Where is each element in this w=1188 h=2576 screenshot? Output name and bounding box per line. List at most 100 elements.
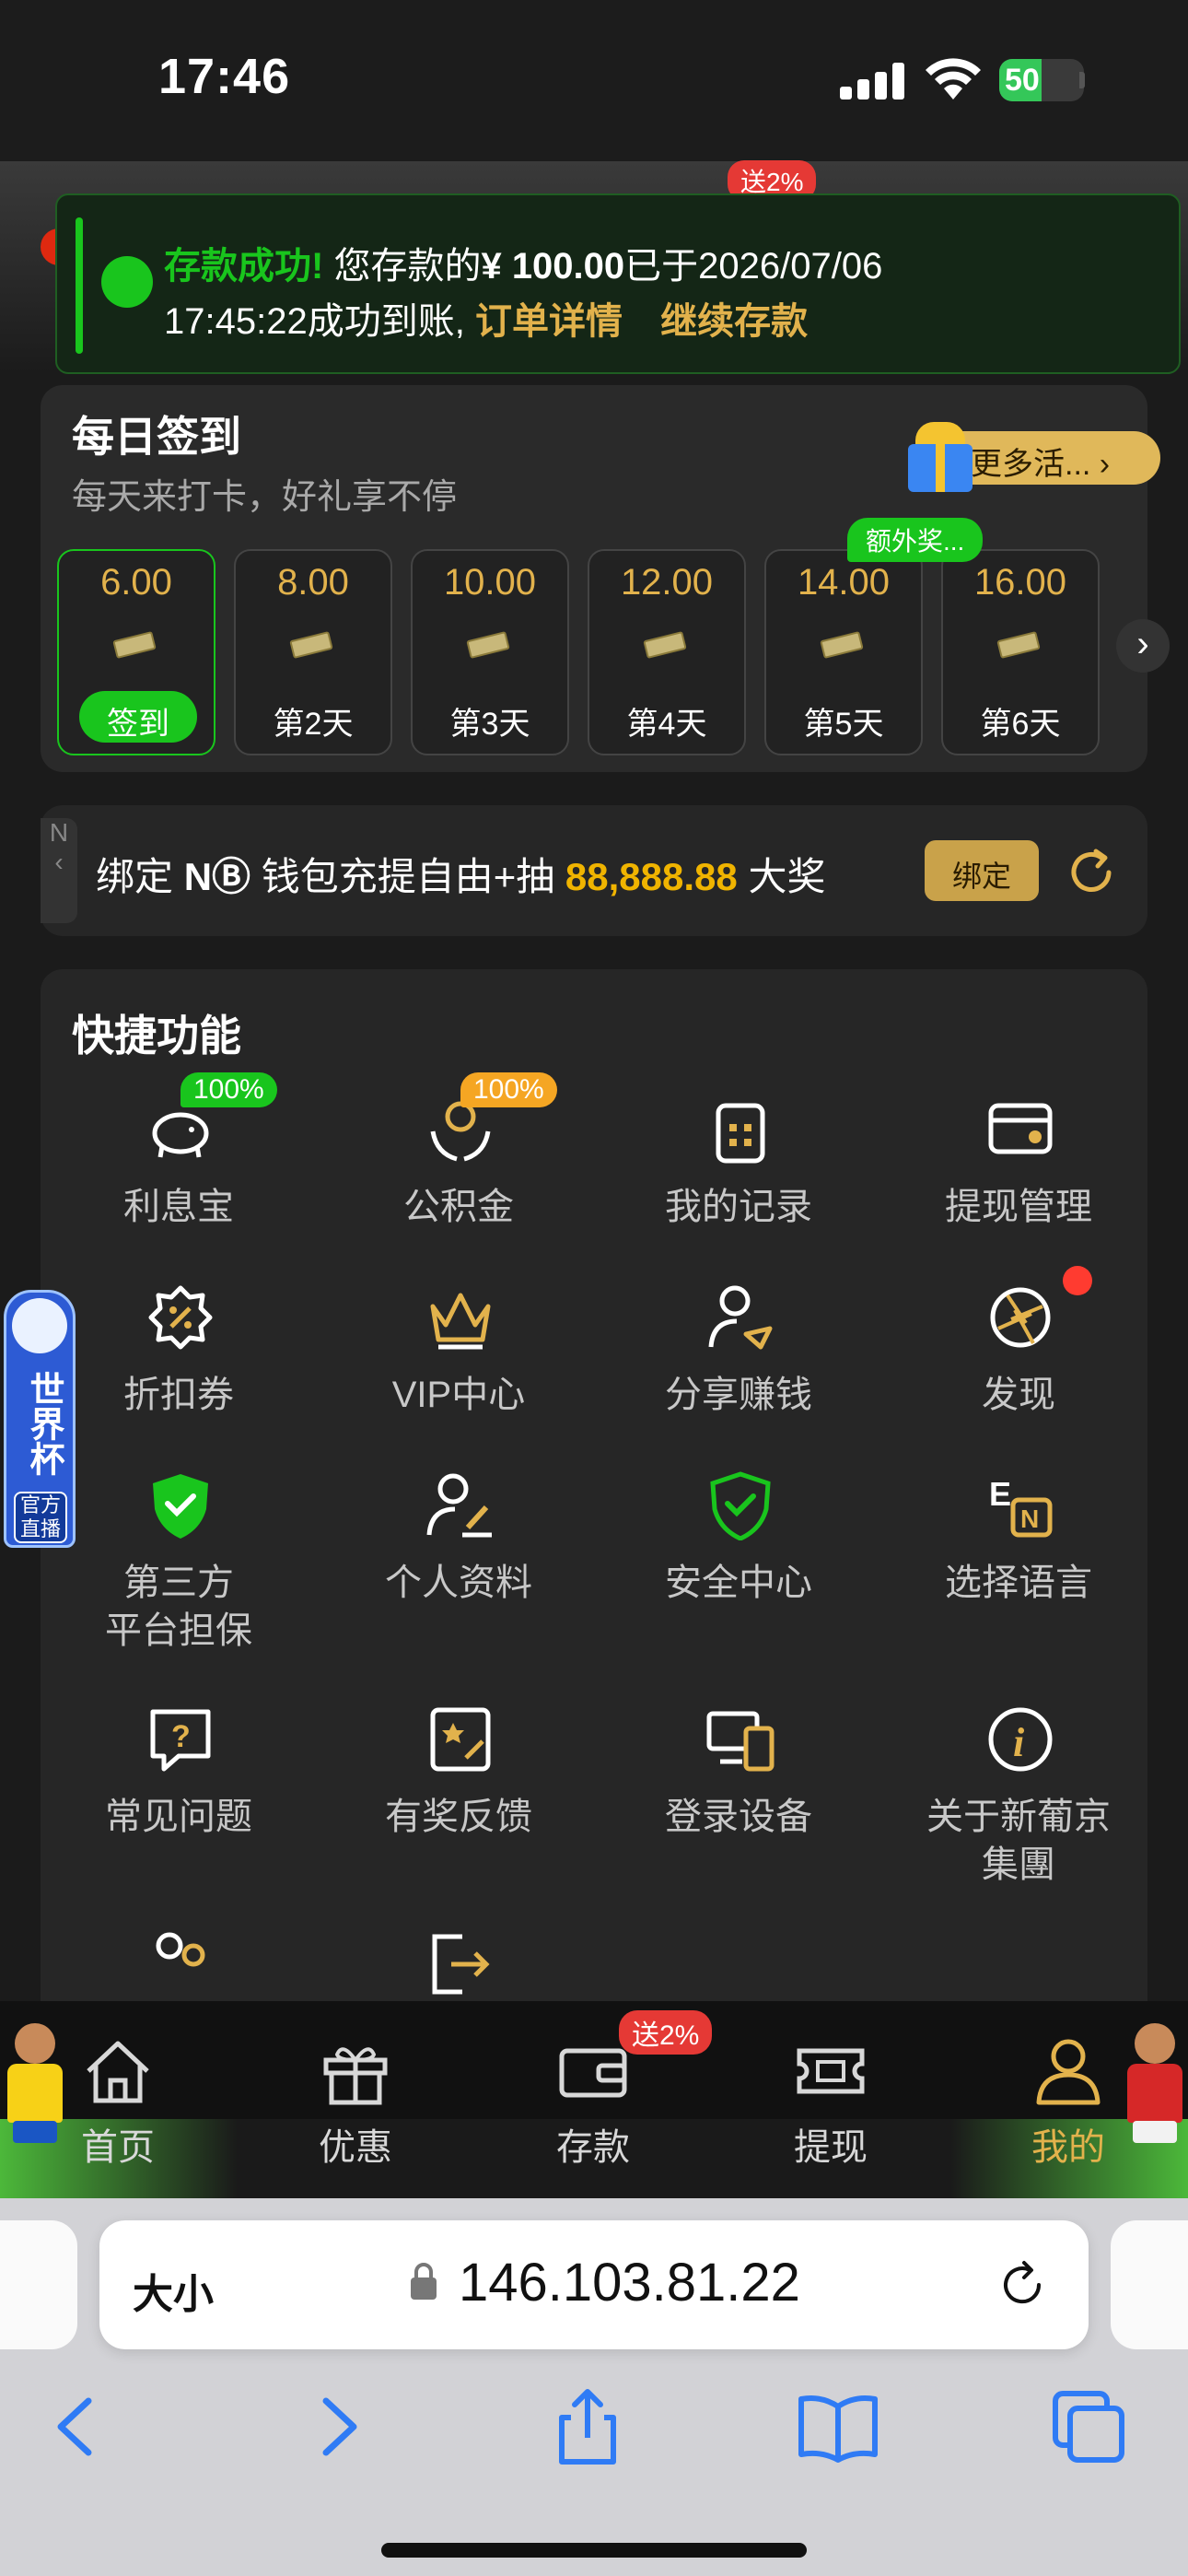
- world-cup-banner[interactable]: 世界杯 官方直播: [4, 1290, 76, 1548]
- tabs-icon[interactable]: [1044, 2383, 1133, 2471]
- item-label: 选择语言: [945, 1563, 1092, 1603]
- item-label: 登录设备: [665, 1797, 812, 1837]
- day-label: 第4天: [626, 707, 707, 742]
- prize-amount: 88,888.88: [565, 855, 738, 898]
- share-icon[interactable]: [543, 2383, 632, 2471]
- share-earn-item[interactable]: 分享赚钱: [600, 1282, 877, 1467]
- nav-label: 我的: [1031, 2127, 1105, 2168]
- day-amount: 16.00: [973, 562, 1067, 603]
- item-label: 公积金: [403, 1187, 514, 1227]
- order-details-link[interactable]: 订单详情: [475, 301, 623, 342]
- provident-fund-item[interactable]: 100% 公积金: [320, 1072, 597, 1279]
- refresh-icon[interactable]: [1065, 846, 1118, 899]
- wallet-side-tab[interactable]: N ‹: [41, 818, 77, 923]
- nav-deposit[interactable]: 存款: [519, 2034, 667, 2172]
- bookmarks-icon[interactable]: [794, 2383, 882, 2471]
- reload-icon[interactable]: [995, 2257, 1050, 2313]
- discover-item[interactable]: 发现: [880, 1266, 1147, 1467]
- forward-icon[interactable]: [293, 2383, 381, 2471]
- bind-text-post: 大奖: [748, 855, 826, 898]
- user-icon: [1036, 2039, 1101, 2105]
- checkin-day-1[interactable]: 6.00 签到: [57, 549, 215, 755]
- checkin-day-5[interactable]: 14.00 第5天: [764, 549, 923, 755]
- battery-icon: 50: [999, 59, 1084, 101]
- continue-deposit-link[interactable]: 继续存款: [660, 301, 808, 342]
- bind-text-mid: 钱包充提自由+抽: [261, 855, 555, 898]
- bind-wallet-banner[interactable]: N ‹ 绑定 NⒷ 钱包充提自由+抽 88,888.88 大奖 绑定: [41, 805, 1147, 936]
- user-share-icon: [708, 1285, 773, 1350]
- bind-button[interactable]: 绑定: [925, 840, 1039, 901]
- item-label: 常见问题: [105, 1797, 252, 1837]
- withdraw-management-item[interactable]: 提现管理: [880, 1095, 1147, 1279]
- login-devices-item[interactable]: 登录设备: [600, 1704, 877, 1889]
- nav-profile[interactable]: 我的: [995, 2034, 1142, 2172]
- url-text[interactable]: 146.103.81.22: [459, 2252, 800, 2313]
- item-label: 我的记录: [665, 1187, 812, 1227]
- next-tab-pill[interactable]: [1111, 2220, 1188, 2349]
- select-language-item[interactable]: EN 选择语言: [880, 1470, 1147, 1655]
- toast-line-2: 17:45:22成功到账, 订单详情 继续存款: [164, 291, 808, 345]
- checkin-day-4[interactable]: 12.00 第4天: [588, 549, 746, 755]
- feedback-item[interactable]: 有奖反馈: [320, 1704, 597, 1889]
- cash-icon: [820, 630, 869, 663]
- wallet-tab-letter: N: [49, 818, 69, 847]
- nav-label: 提现: [794, 2127, 868, 2168]
- cash-icon: [289, 630, 339, 663]
- agent-item[interactable]: [41, 1927, 317, 2001]
- nav-label: 首页: [81, 2127, 155, 2168]
- nav-home[interactable]: 首页: [44, 2034, 192, 2172]
- my-records-item[interactable]: 我的记录: [600, 1095, 877, 1279]
- home-indicator: [381, 2543, 807, 2558]
- nav-promotions[interactable]: 优惠: [282, 2034, 429, 2172]
- crown-icon: [430, 1293, 491, 1350]
- user-edit-icon: [426, 1473, 492, 1538]
- users-icon: [156, 1932, 205, 1967]
- quick-functions-panel: 快捷功能 100% 利息宝 100% 公积金 我的记录 提现管理 折扣券 VIP…: [41, 969, 1147, 2001]
- more-activities-label: 更多活...: [971, 447, 1091, 482]
- coupons-item[interactable]: 折扣券: [41, 1282, 317, 1467]
- battery-percent: 50: [1005, 63, 1040, 98]
- cash-icon: [996, 630, 1046, 663]
- about-item[interactable]: i 关于新葡京 集團: [880, 1704, 1147, 1889]
- checkin-day-3[interactable]: 10.00 第3天: [411, 549, 569, 755]
- toast-message-b: 已于2026/07/06: [624, 246, 883, 287]
- status-bar: 17:46 50: [0, 0, 1188, 161]
- toast-message-c: 17:45:22成功到账,: [164, 301, 465, 342]
- daily-checkin-card: 每日签到 每天来打卡，好礼享不停 更多活... › 6.00 签到 8.00 第…: [41, 385, 1170, 772]
- success-dot-icon: [101, 256, 153, 308]
- cash-icon: [112, 630, 162, 663]
- profile-item[interactable]: 个人资料: [320, 1470, 597, 1655]
- world-cup-text: 世界杯: [24, 1371, 63, 1476]
- notification-dot: [1063, 1266, 1092, 1295]
- third-party-guarantee-item[interactable]: 第三方 平台担保: [41, 1470, 317, 1655]
- day-amount: 14.00: [797, 562, 891, 603]
- interest-treasure-item[interactable]: 100% 利息宝: [41, 1072, 317, 1279]
- chevron-right-icon[interactable]: ›: [1116, 619, 1170, 673]
- address-bar[interactable]: 大小 146.103.81.22: [99, 2220, 1089, 2349]
- item-label: 分享赚钱: [665, 1375, 812, 1415]
- toast-title: 存款成功!: [164, 246, 324, 287]
- extra-reward-badge: 额外奖...: [847, 518, 984, 562]
- checkin-button[interactable]: 签到: [79, 691, 197, 743]
- back-icon[interactable]: [33, 2383, 122, 2471]
- nav-label: 存款: [556, 2127, 630, 2168]
- svg-text:E: E: [989, 1475, 1011, 1513]
- star-note-icon: [430, 1707, 491, 1772]
- previous-tab-pill[interactable]: [0, 2220, 77, 2349]
- vip-center-item[interactable]: VIP中心: [320, 1282, 597, 1467]
- faq-item[interactable]: ? 常见问题: [41, 1704, 317, 1889]
- checkin-day-6[interactable]: 16.00 第6天: [941, 549, 1100, 755]
- day-amount: 8.00: [277, 562, 349, 603]
- lock-icon: [411, 2263, 437, 2300]
- logout-item[interactable]: [320, 1927, 597, 2001]
- nav-withdraw[interactable]: 提现: [757, 2034, 904, 2172]
- day-label: 第6天: [980, 707, 1061, 742]
- text-size-button[interactable]: 大小: [133, 2261, 214, 2320]
- logout-icon: [432, 1934, 490, 1995]
- toast-line-1: 存款成功! 您存款的¥ 100.00已于2026/07/06: [164, 236, 882, 289]
- svg-text:i: i: [1013, 1720, 1025, 1765]
- checkin-day-2[interactable]: 8.00 第2天: [234, 549, 392, 755]
- wifi-icon: [926, 58, 981, 100]
- deposit-success-toast: 存款成功! 您存款的¥ 100.00已于2026/07/06 17:45:22成…: [55, 193, 1181, 374]
- security-center-item[interactable]: 安全中心: [600, 1470, 877, 1655]
